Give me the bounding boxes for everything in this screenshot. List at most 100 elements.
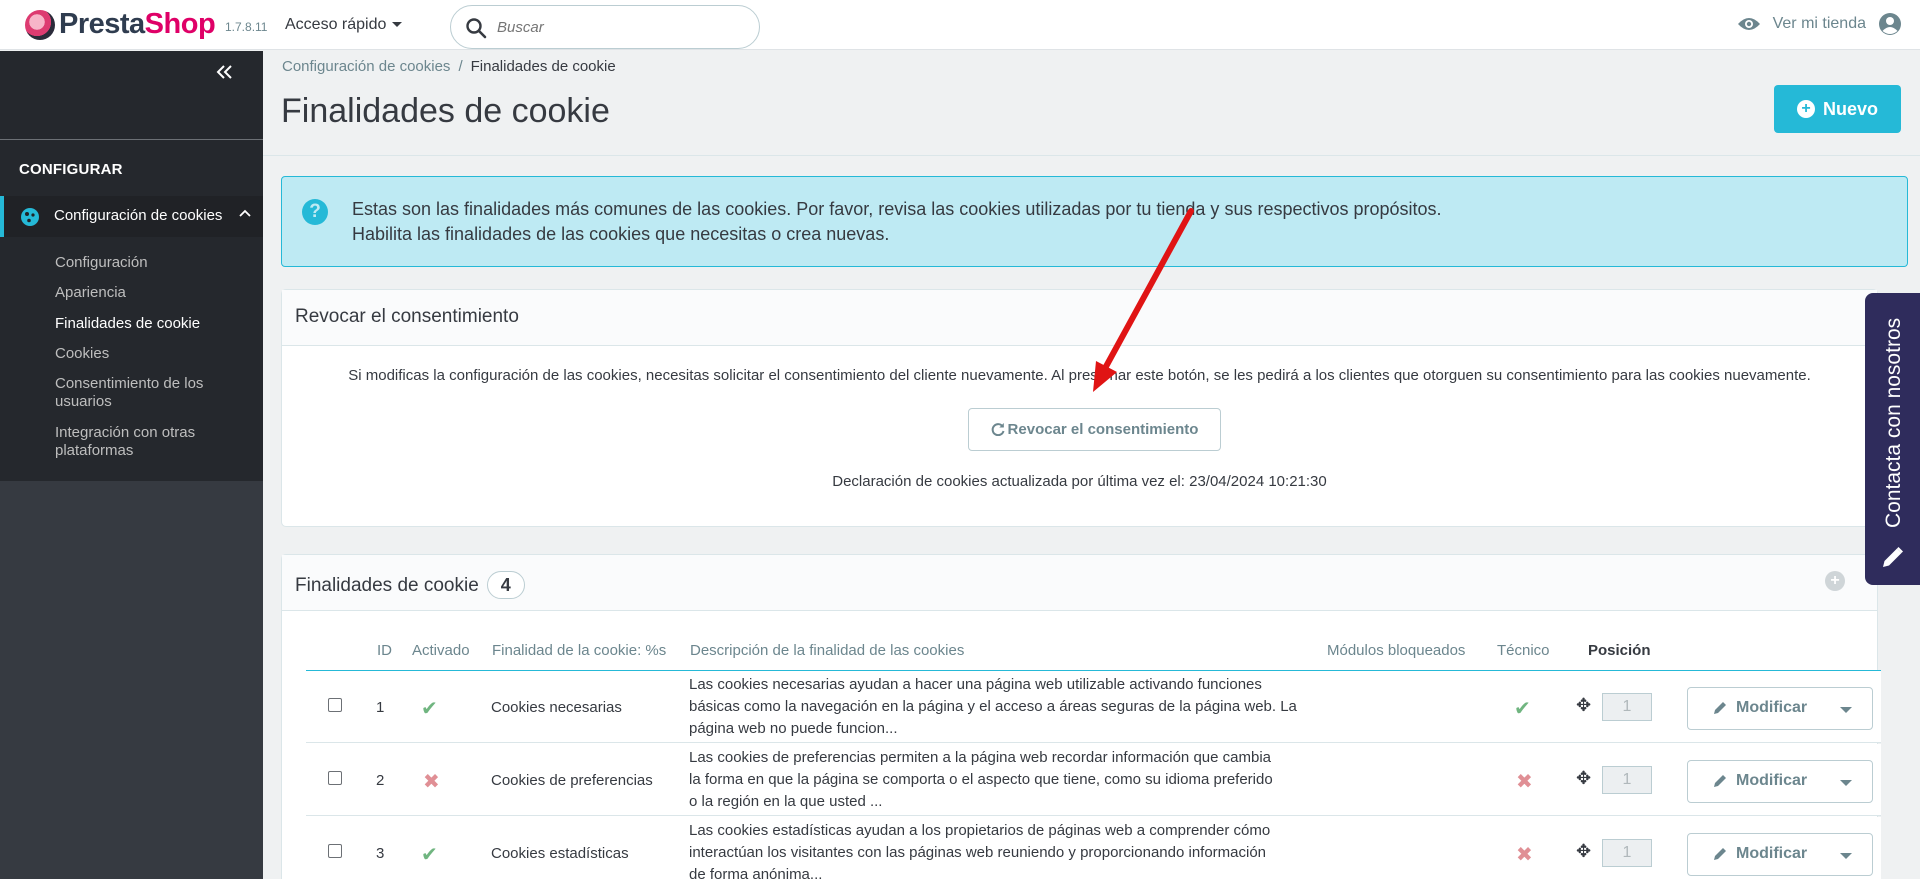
logo-text: PrestaShop [59, 8, 216, 40]
eye-icon [1737, 18, 1760, 30]
user-avatar-icon[interactable] [1878, 12, 1902, 36]
pencil-icon [1714, 702, 1726, 714]
breadcrumb-parent-link[interactable]: Configuración de cookies [282, 58, 450, 75]
table-row: 1 ✔ Cookies necesarias Las cookies neces… [306, 671, 1881, 743]
alert-line-2: Habilita las finalidades de las cookies … [352, 224, 890, 244]
cross-icon: ✖ [1516, 844, 1533, 866]
caret-down-icon[interactable] [1840, 780, 1852, 786]
quick-access-label: Acceso rápido [285, 16, 387, 33]
col-header-technical[interactable]: Técnico [1497, 642, 1550, 659]
sidebar-subitem-finalidades[interactable]: Finalidades de cookie [55, 315, 255, 333]
collapse-sidebar-icon[interactable] [216, 63, 234, 86]
caret-down-icon[interactable] [1840, 853, 1852, 859]
row-description-line: o la región en la que usted ... [689, 793, 883, 810]
col-header-description[interactable]: Descripción de la finalidad de las cooki… [690, 642, 964, 659]
drag-move-icon[interactable]: ✥ [1576, 841, 1591, 862]
row-description-line: página web no puede funcion... [689, 720, 898, 737]
revoke-consent-panel: Revocar el consentimiento Si modificas l… [281, 289, 1878, 527]
view-store-link[interactable]: Ver mi tienda [1737, 12, 1902, 36]
question-icon: ? [302, 199, 328, 225]
last-updated-text: Declaración de cookies actualizada por ú… [832, 473, 1327, 490]
breadcrumb: Configuración de cookies / Finalidades de … [282, 58, 616, 75]
table-row: 2 ✖ Cookies de preferencias Las cookies … [306, 744, 1881, 816]
col-header-blocked-modules[interactable]: Módulos bloqueados [1327, 642, 1465, 659]
search-input[interactable] [497, 16, 737, 38]
revoke-panel-title: Revocar el consentimiento [282, 290, 1877, 346]
edit-button[interactable]: Modificar [1687, 760, 1873, 803]
header-divider [263, 155, 1920, 156]
cookie-purposes-panel-head: Finalidades de cookie 4 [282, 555, 1877, 611]
count-badge: 4 [486, 571, 525, 599]
cookie-purposes-panel-title: Finalidades de cookie [295, 575, 479, 596]
alert-line-1: Estas son las finalidades más comunes de… [352, 199, 1442, 219]
pencil-icon [1883, 547, 1903, 567]
search-icon [466, 18, 487, 39]
cross-icon[interactable]: ✖ [423, 769, 440, 794]
sidebar-item-cookie-config[interactable]: Configuración de cookies [0, 196, 263, 237]
sidebar-subitem-integracion[interactable]: Integración con otras plataformas [55, 424, 255, 460]
col-header-purpose[interactable]: Finalidad de la cookie: %s [492, 642, 666, 659]
pencil-icon [1714, 775, 1726, 787]
col-header-active[interactable]: Activado [412, 642, 470, 659]
row-purpose: Cookies de preferencias [491, 772, 653, 789]
position-input: 1 [1602, 839, 1652, 867]
row-checkbox[interactable] [328, 698, 342, 712]
row-description-line: de forma anónima... [689, 866, 823, 879]
drag-move-icon[interactable]: ✥ [1576, 695, 1591, 716]
edit-button[interactable]: Modificar [1687, 687, 1873, 730]
sidebar-subitem-cookies[interactable]: Cookies [55, 345, 255, 363]
prestashop-logo[interactable]: PrestaShop [25, 8, 216, 41]
prestashop-logo-icon [25, 9, 55, 40]
col-header-id[interactable]: ID [377, 642, 392, 659]
plus-circle-icon: + [1796, 100, 1815, 118]
row-description-line: Las cookies de preferencias permiten a l… [689, 749, 1271, 766]
row-description: Las cookies estadísticas ayudan a los pr… [689, 820, 1319, 879]
row-checkbox[interactable] [328, 844, 342, 858]
chevron-up-icon [239, 209, 251, 217]
sidebar-item-label: Configuración de cookies [54, 207, 223, 224]
row-description-line: interactúan los visitantes con las págin… [689, 844, 1267, 861]
row-description-line: la forma en que la página se comporta o … [689, 771, 1273, 788]
add-new-label: Nuevo [1822, 98, 1878, 119]
col-header-position[interactable]: Posición [1588, 642, 1651, 659]
version-label: 1.7.8.11 [225, 20, 268, 34]
pencil-icon [1714, 848, 1726, 860]
contact-us-text: Contacta con nosotros [1882, 318, 1905, 528]
sidebar-subitem-configuracion[interactable]: Configuración [55, 254, 255, 272]
sidebar: CONFIGURAR Configuración de cookies Conf… [0, 51, 263, 879]
check-icon[interactable]: ✔ [421, 696, 438, 721]
position-input: 1 [1602, 766, 1652, 794]
breadcrumb-separator: / [458, 58, 463, 75]
row-description-line: Las cookies estadísticas ayudan a los pr… [689, 822, 1271, 839]
quick-access-dropdown[interactable]: Acceso rápido [285, 16, 403, 34]
edit-button[interactable]: Modificar [1687, 833, 1873, 876]
add-new-button[interactable]: + Nuevo [1774, 85, 1901, 133]
sidebar-subitem-consentimiento[interactable]: Consentimiento de los usuarios [55, 375, 255, 411]
drag-move-icon[interactable]: ✥ [1576, 768, 1591, 789]
row-purpose: Cookies necesarias [491, 699, 622, 716]
row-id: 1 [376, 699, 385, 716]
edit-button-label: Modificar [1736, 772, 1808, 789]
row-description-line: básicas como la navegación en la página … [689, 698, 1297, 715]
row-checkbox[interactable] [328, 771, 342, 785]
check-icon: ✔ [1514, 698, 1531, 720]
row-description: Las cookies de preferencias permiten a l… [689, 747, 1319, 813]
breadcrumb-current: Finalidades de cookie [470, 58, 616, 75]
revoke-consent-button[interactable]: Revocar el consentimiento [968, 408, 1221, 451]
caret-down-icon[interactable] [1840, 707, 1852, 713]
view-store-label: Ver mi tienda [1772, 15, 1866, 32]
sidebar-section-title: CONFIGURAR [19, 161, 123, 178]
revoke-description: Si modificas la configuración de las coo… [348, 367, 1811, 384]
sidebar-subitem-apariencia[interactable]: Apariencia [55, 284, 255, 302]
revoke-consent-label: Revocar el consentimiento [1007, 421, 1199, 438]
position-input: 1 [1602, 693, 1652, 721]
contact-us-label: Contacta con nosotros [1882, 318, 1905, 528]
add-row-icon[interactable]: + [1825, 571, 1845, 591]
sidebar-menu: CONFIGURAR Configuración de cookies Conf… [0, 51, 263, 481]
check-icon[interactable]: ✔ [421, 842, 438, 867]
caret-down-icon [392, 22, 403, 28]
top-header: PrestaShop 1.7.8.11 Acceso rápido Ver mi… [0, 0, 1920, 50]
contact-us-tab[interactable]: Contacta con nosotros [1865, 293, 1920, 585]
sidebar-divider [0, 139, 263, 140]
search-box[interactable] [450, 5, 760, 49]
